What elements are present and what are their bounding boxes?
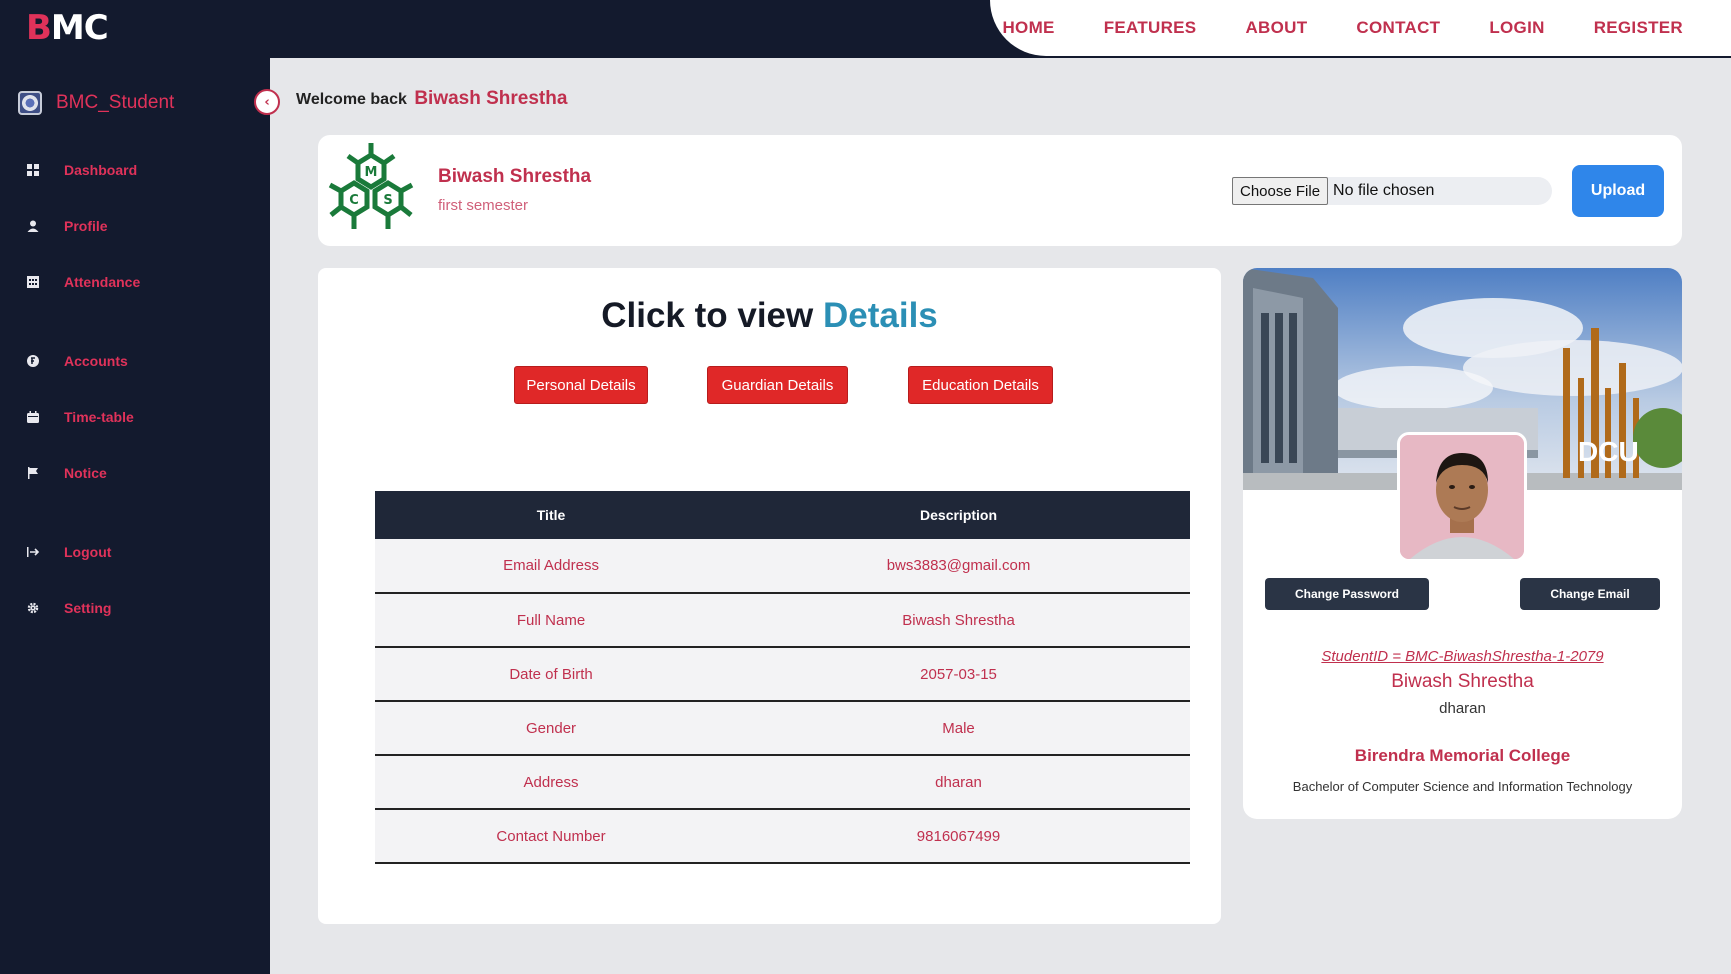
mcs-logo-icon: MC S: [326, 141, 416, 233]
student-id-link[interactable]: StudentID = BMC-BiwashShrestha-1-2079: [1243, 648, 1682, 665]
table-row: Gender Male: [375, 701, 1190, 756]
svg-text:C: C: [349, 193, 359, 208]
table-row: Contact Number 9816067499: [375, 809, 1190, 864]
banner-dcu-text: DCU: [1578, 436, 1639, 467]
sidebar-item-label: Profile: [64, 218, 108, 234]
sidebar-item-attendance[interactable]: Attendance: [26, 274, 140, 290]
table-header-row: Title Description: [375, 491, 1190, 539]
details-title-prefix: Click to view: [601, 296, 814, 335]
nav-features[interactable]: FEATURES: [1104, 18, 1197, 38]
details-title: Click to view Details: [318, 296, 1221, 336]
row-description: 9816067499: [727, 809, 1190, 864]
guardian-details-button[interactable]: Guardian Details: [707, 366, 848, 404]
details-card: Click to view Details Personal Details G…: [318, 268, 1221, 924]
sidebar-item-time-table[interactable]: Time-table: [26, 409, 134, 425]
table-row: Full Name Biwash Shrestha: [375, 593, 1190, 648]
welcome-message: Welcome back Biwash Shrestha: [296, 88, 567, 110]
table-row: Address dharan: [375, 755, 1190, 810]
sidebar-item-label: Attendance: [64, 274, 141, 290]
flag-icon: [26, 466, 40, 480]
chevron-left-icon: ‹: [264, 94, 270, 110]
sidebar: BMC_Student Dashboard Profile Attendance…: [0, 58, 270, 974]
sidebar-item-setting[interactable]: Setting: [26, 600, 111, 616]
calendar-icon: [26, 410, 40, 424]
sidebar-item-label: Setting: [64, 600, 112, 616]
user-icon: [26, 219, 40, 233]
row-title: Contact Number: [375, 809, 728, 864]
sidebar-brand[interactable]: BMC_Student: [18, 91, 174, 115]
table-row: Email Address bws3883@gmail.com: [375, 539, 1190, 594]
row-description: dharan: [727, 755, 1190, 810]
welcome-name: Biwash Shrestha: [414, 88, 568, 109]
nav-home[interactable]: HOME: [1002, 18, 1054, 38]
college-name: Birendra Memorial College: [1354, 746, 1571, 765]
details-title-highlight: Details: [822, 296, 938, 335]
file-status: No file chosen: [1333, 182, 1435, 199]
sidebar-item-notice[interactable]: Notice: [26, 465, 107, 481]
sidebar-item-label: Time-table: [64, 409, 134, 425]
nav-contact[interactable]: CONTACT: [1356, 18, 1440, 38]
choose-file-button[interactable]: Choose File: [1232, 177, 1329, 205]
change-email-button[interactable]: Change Email: [1520, 578, 1660, 610]
college-seal-icon: [18, 91, 42, 115]
change-password-button[interactable]: Change Password: [1265, 578, 1429, 610]
upload-button[interactable]: Upload: [1572, 165, 1664, 217]
sidebar-item-label: Dashboard: [64, 162, 138, 178]
svg-text:M: M: [365, 165, 378, 180]
sidebar-item-accounts[interactable]: Accounts: [26, 353, 128, 369]
personal-details-button[interactable]: Personal Details: [514, 366, 648, 404]
gear-icon: [26, 601, 40, 615]
course-name: Bachelor of Computer Science and Informa…: [1292, 779, 1633, 794]
coin-icon: [26, 354, 40, 368]
row-title: Email Address: [375, 539, 728, 594]
sidebar-title: BMC_Student: [56, 92, 175, 113]
row-description: Male: [727, 701, 1190, 756]
welcome-prefix: Welcome back: [296, 91, 407, 108]
sidebar-item-label: Logout: [64, 544, 112, 560]
sidebar-item-logout[interactable]: Logout: [26, 544, 111, 560]
nav-register[interactable]: REGISTER: [1594, 18, 1683, 38]
calendar-grid-icon: [26, 275, 40, 289]
column-header-description: Description: [727, 491, 1190, 539]
row-title: Address: [375, 755, 728, 810]
row-description: Biwash Shrestha: [727, 593, 1190, 648]
avatar: [1397, 432, 1527, 562]
row-title: Gender: [375, 701, 728, 756]
nav-about[interactable]: ABOUT: [1245, 18, 1307, 38]
bmc-logo[interactable]: BMC: [26, 8, 109, 48]
column-header-title: Title: [375, 491, 728, 539]
details-table: Title Description Email Address bws3883@g…: [375, 491, 1190, 864]
svg-text:S: S: [383, 193, 392, 208]
top-bar: BMC HOME FEATURES ABOUT CONTACT LOGIN RE…: [0, 0, 1731, 58]
row-title: Date of Birth: [375, 647, 728, 702]
sidebar-item-dashboard[interactable]: Dashboard: [26, 162, 137, 178]
grid-icon: [26, 163, 40, 177]
student-name: Biwash Shrestha: [1391, 671, 1534, 692]
profile-semester: first semester: [438, 197, 529, 214]
student-id-card: DCU Change Password Change Email Student…: [1243, 268, 1682, 819]
logo-letters-mc: MC: [50, 8, 109, 48]
logout-icon: [26, 545, 40, 559]
file-input[interactable]: Choose File No file chosen: [1232, 177, 1552, 205]
row-description: bws3883@gmail.com: [727, 539, 1190, 594]
education-details-button[interactable]: Education Details: [908, 366, 1053, 404]
sidebar-item-label: Notice: [64, 465, 107, 481]
table-row: Date of Birth 2057-03-15: [375, 647, 1190, 702]
row-title: Full Name: [375, 593, 728, 648]
sidebar-item-label: Accounts: [64, 353, 128, 369]
student-city: dharan: [1439, 700, 1486, 717]
top-nav: HOME FEATURES ABOUT CONTACT LOGIN REGIST…: [990, 0, 1731, 56]
row-description: 2057-03-15: [727, 647, 1190, 702]
nav-login[interactable]: LOGIN: [1489, 18, 1544, 38]
profile-name: Biwash Shrestha: [438, 166, 592, 187]
profile-card: MC S Biwash Shrestha first semester Choos…: [318, 135, 1682, 246]
sidebar-item-profile[interactable]: Profile: [26, 218, 108, 234]
sidebar-collapse-button[interactable]: ‹: [254, 89, 280, 115]
logo-letter-b: B: [26, 8, 52, 48]
